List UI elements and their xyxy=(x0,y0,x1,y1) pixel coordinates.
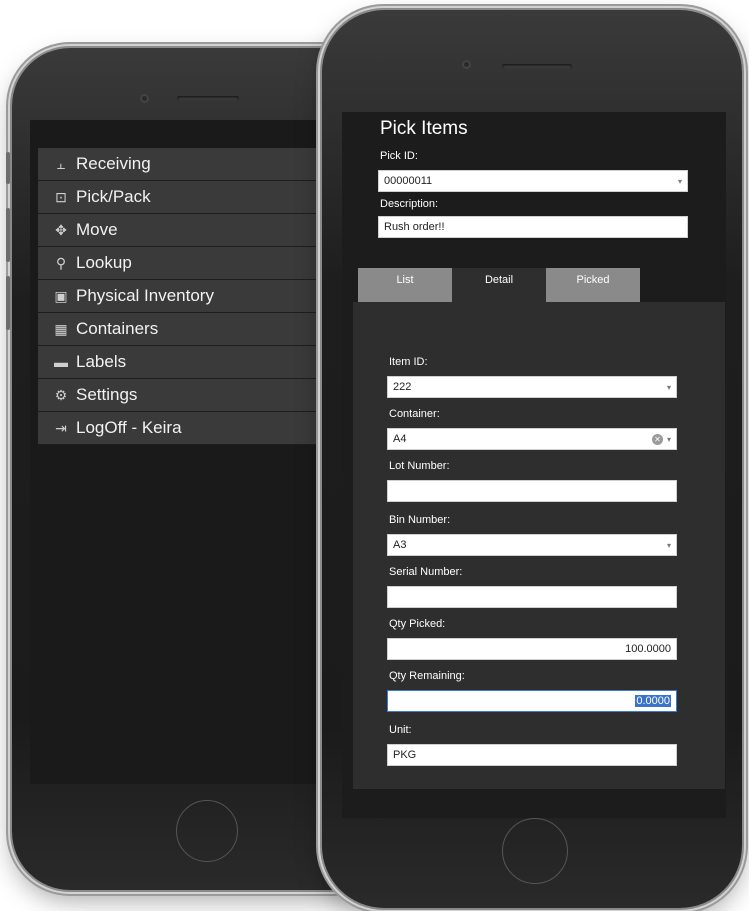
lot-number-field[interactable] xyxy=(387,480,677,502)
item-id-value: 222 xyxy=(393,381,412,393)
containers-icon: ▦ xyxy=(54,320,68,337)
volume-down-button xyxy=(6,276,10,330)
menu-item-settings[interactable]: ⚙ Settings xyxy=(38,379,330,412)
tab-detail[interactable]: Detail xyxy=(452,268,546,302)
bin-number-dropdown[interactable]: A3 ▾ xyxy=(387,534,677,556)
home-button[interactable] xyxy=(176,800,238,862)
chevron-down-icon: ▾ xyxy=(666,434,671,444)
menu-item-move[interactable]: ✥ Move xyxy=(38,214,330,247)
pick-items-screen: Pick Items Pick ID: 00000011 ▾ Descripti… xyxy=(342,112,726,818)
tab-bar: List Detail Picked xyxy=(358,268,640,302)
unit-value: PKG xyxy=(393,749,417,761)
container-value: A4 xyxy=(393,433,407,445)
qty-picked-value: 100.0000 xyxy=(625,643,671,655)
menu-item-containers[interactable]: ▦ Containers xyxy=(38,313,330,346)
front-camera xyxy=(462,60,471,69)
page-title: Pick Items xyxy=(380,118,468,139)
tab-picked[interactable]: Picked xyxy=(546,268,640,302)
qty-remaining-label: Qty Remaining: xyxy=(389,670,465,682)
qty-picked-label: Qty Picked: xyxy=(389,618,446,630)
unit-field[interactable]: PKG xyxy=(387,744,677,766)
menu-item-receiving[interactable]: ⫠ Receiving xyxy=(38,148,330,181)
item-id-label: Item ID: xyxy=(389,356,428,368)
lot-number-label: Lot Number: xyxy=(389,460,450,472)
menu-item-pick-pack[interactable]: ⊡ Pick/Pack xyxy=(38,181,330,214)
receiving-icon: ⫠ xyxy=(56,155,66,172)
menu-item-label: Lookup xyxy=(76,253,132,272)
menu-item-label: Settings xyxy=(76,385,138,404)
front-camera xyxy=(140,94,149,103)
mute-switch xyxy=(6,152,10,184)
serial-number-field[interactable] xyxy=(387,586,677,608)
main-menu: ⫠ Receiving ⊡ Pick/Pack ✥ Move ⚲ Lookup … xyxy=(38,148,330,445)
pick-id-dropdown[interactable]: 00000011 ▾ xyxy=(378,170,688,192)
pick-id-value: 00000011 xyxy=(384,175,433,187)
tab-list[interactable]: List xyxy=(358,268,452,302)
menu-item-label: Containers xyxy=(76,319,159,338)
menu-item-label: Receiving xyxy=(76,154,151,173)
logoff-icon: ⇥ xyxy=(55,419,67,436)
chevron-down-icon: ▾ xyxy=(677,176,682,186)
qty-picked-field[interactable]: 100.0000 xyxy=(387,638,677,660)
pick-pack-icon: ⊡ xyxy=(55,188,67,205)
description-label: Description: xyxy=(380,198,439,210)
lookup-icon: ⚲ xyxy=(55,254,67,271)
menu-item-label: Pick/Pack xyxy=(76,187,151,206)
volume-up-button xyxy=(6,208,10,262)
menu-item-label: Move xyxy=(76,220,118,239)
labels-icon: ▬ xyxy=(54,354,68,370)
menu-item-physical-inventory[interactable]: ▣ Physical Inventory xyxy=(38,280,330,313)
move-icon: ✥ xyxy=(55,221,67,238)
qty-remaining-value: 0.0000 xyxy=(635,695,671,707)
qty-remaining-field[interactable]: 0.0000 xyxy=(387,690,677,712)
earpiece-speaker xyxy=(502,64,572,69)
serial-number-label: Serial Number: xyxy=(389,566,463,578)
menu-item-lookup[interactable]: ⚲ Lookup xyxy=(38,247,330,280)
physical-inventory-icon: ▣ xyxy=(54,287,68,304)
description-field[interactable]: Rush order!! xyxy=(378,216,688,238)
bin-number-label: Bin Number: xyxy=(389,514,451,526)
description-value: Rush order!! xyxy=(384,221,445,233)
settings-icon: ⚙ xyxy=(54,386,68,403)
menu-item-label: LogOff - Keira xyxy=(76,418,182,437)
bin-number-value: A3 xyxy=(393,539,407,551)
menu-item-labels[interactable]: ▬ Labels xyxy=(38,346,330,379)
menu-item-logoff[interactable]: ⇥ LogOff - Keira xyxy=(38,412,330,445)
chevron-down-icon: ▾ xyxy=(666,540,671,550)
home-button[interactable] xyxy=(502,818,568,884)
menu-item-label: Labels xyxy=(76,352,127,371)
clear-icon[interactable]: ✕ xyxy=(651,433,663,445)
menu-item-label: Physical Inventory xyxy=(76,286,214,305)
chevron-down-icon: ▾ xyxy=(666,382,671,392)
pick-id-label: Pick ID: xyxy=(380,150,418,162)
unit-label: Unit: xyxy=(389,724,412,736)
phone-front: Pick Items Pick ID: 00000011 ▾ Descripti… xyxy=(322,10,742,908)
menu-screen: ⫠ Receiving ⊡ Pick/Pack ✥ Move ⚲ Lookup … xyxy=(30,120,330,784)
item-id-dropdown[interactable]: 222 ▾ xyxy=(387,376,677,398)
container-label: Container: xyxy=(389,408,440,420)
container-dropdown[interactable]: A4 ✕ ▾ xyxy=(387,428,677,450)
earpiece-speaker xyxy=(177,96,239,101)
